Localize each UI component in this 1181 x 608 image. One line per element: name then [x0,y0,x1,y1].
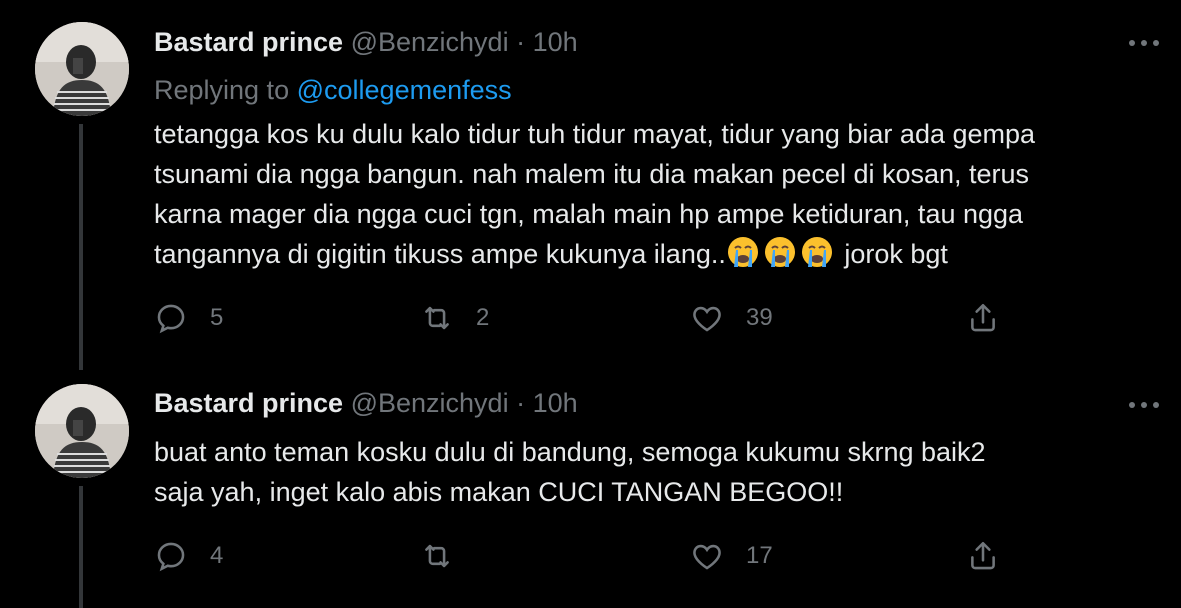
tweet-header: Bastard prince @Benzichydi · 10h [154,387,578,419]
like-count: 17 [746,542,773,569]
author-name[interactable]: Bastard prince [154,388,343,418]
mention-link[interactable]: @collegemenfess [297,75,512,105]
tweet-header: Bastard prince @Benzichydi · 10h [154,26,578,58]
tweet-text-line: tangannya di gigitin tikuss ampe kukunya… [154,239,726,269]
author-handle[interactable]: @Benzichydi [351,388,509,418]
tweet-text-line: tetangga kos ku dulu kalo tidur tuh tidu… [154,119,1036,149]
retweet-button[interactable] [420,536,476,576]
more-options-icon[interactable] [1129,38,1161,48]
tweet[interactable]: Bastard prince @Benzichydi · 10h Replyin… [0,0,1181,370]
share-icon [971,303,995,332]
replying-prefix: Replying to [154,75,290,105]
retweet-icon [425,544,449,568]
avatar[interactable] [35,384,129,478]
timestamp[interactable]: 10h [533,27,578,57]
more-options-icon[interactable] [1129,400,1161,410]
timestamp[interactable]: 10h [533,388,578,418]
loudly-crying-face-icon [800,235,834,280]
like-button[interactable]: 17 [690,536,773,576]
retweet-button[interactable]: 2 [420,298,489,338]
heart-icon [693,544,721,570]
tweet-text-line: saja yah, inget kalo abis makan CUCI TAN… [154,477,844,507]
reply-icon [157,304,185,334]
heart-icon [693,306,721,332]
replying-to: Replying to @collegemenfess [154,74,512,106]
reply-icon [157,542,185,572]
like-button[interactable]: 39 [690,298,773,338]
tweet[interactable]: Bastard prince @Benzichydi · 10h buat an… [0,370,1181,608]
tweet-text-line: buat anto teman kosku dulu di bandung, s… [154,437,986,467]
tweet-text: tetangga kos ku dulu kalo tidur tuh tidu… [154,114,1154,280]
author-handle[interactable]: @Benzichydi [351,27,509,57]
tweet-text-line: tsunami dia ngga bangun. nah malem itu d… [154,159,1030,189]
reply-count: 4 [210,542,224,569]
tweet-text-line-last: tangannya di gigitin tikuss ampe kukunya… [154,234,1154,280]
tweet-text-tail: jorok bgt [844,239,948,269]
share-button[interactable] [966,536,1000,576]
share-icon [971,541,995,570]
separator-dot: · [516,388,526,418]
thread-line [79,124,83,370]
retweet-icon [425,306,449,330]
separator-dot: · [516,27,526,57]
thread-line [79,486,83,608]
share-button[interactable] [966,298,1000,338]
tweet-text-line: karna mager dia ngga cuci tgn, malah mai… [154,199,1024,229]
loudly-crying-face-icon [726,235,760,280]
reply-button[interactable]: 4 [154,536,223,576]
author-name[interactable]: Bastard prince [154,27,343,57]
tweet-text: buat anto teman kosku dulu di bandung, s… [154,432,1154,512]
reply-count: 5 [210,304,224,331]
tweet-actions: 5 2 39 [154,298,1014,338]
loudly-crying-face-icon [763,235,797,280]
like-count: 39 [746,304,773,331]
retweet-count: 2 [476,304,490,331]
tweet-actions: 4 17 [154,536,1014,576]
avatar[interactable] [35,22,129,116]
reply-button[interactable]: 5 [154,298,223,338]
